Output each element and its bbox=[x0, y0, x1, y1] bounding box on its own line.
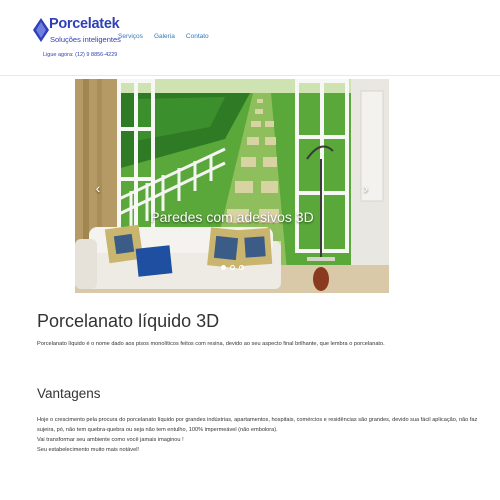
main-nav: Serviços Galeria Contato bbox=[118, 33, 209, 41]
carousel-indicator[interactable] bbox=[229, 265, 235, 270]
brand-phone: Ligue agora: (12) 9 8856-4229 bbox=[43, 52, 118, 58]
carousel-prev-button[interactable]: ‹ bbox=[91, 179, 105, 197]
intro-paragraph: Porcelanato líquido é o nome dado aos pi… bbox=[37, 341, 385, 347]
brand-name: Porcelatek bbox=[49, 16, 120, 32]
carousel-indicator[interactable] bbox=[238, 265, 244, 270]
carousel-caption: Paredes com adesivos 3D bbox=[150, 209, 314, 225]
section-title-porcelanato: Porcelanato líquido 3D bbox=[37, 311, 220, 331]
advantages-line: Seu estabelecimento muito mais notável! bbox=[37, 447, 139, 453]
brand-logo[interactable]: Porcelatek Soluções inteligentes Ligue a… bbox=[33, 15, 121, 61]
advantages-line: sujeira, pó, não tem quebra-quebra ou se… bbox=[37, 427, 278, 433]
nav-link-galeria[interactable]: Galeria bbox=[154, 33, 175, 41]
carousel-indicator[interactable] bbox=[220, 265, 226, 270]
nav-link-contato[interactable]: Contato bbox=[186, 33, 209, 41]
advantages-line: Hoje o crescimento pela procura do porce… bbox=[37, 417, 478, 423]
brand-tagline: Soluções inteligentes bbox=[50, 35, 121, 44]
carousel-indicators bbox=[75, 265, 389, 270]
carousel-slide-image bbox=[75, 79, 389, 293]
advantages-paragraph: Hoje o crescimento pela procura do porce… bbox=[37, 415, 477, 455]
chevron-right-icon: › bbox=[363, 180, 369, 196]
advantages-line: Vai transformar seu ambiente como você j… bbox=[37, 437, 184, 443]
nav-link-servicos[interactable]: Serviços bbox=[118, 33, 143, 41]
section-title-vantagens: Vantagens bbox=[37, 386, 101, 401]
carousel-next-button[interactable]: › bbox=[359, 179, 373, 197]
site-header: Porcelatek Soluções inteligentes Ligue a… bbox=[0, 0, 500, 76]
diamond-logo-icon bbox=[33, 18, 49, 42]
image-carousel[interactable]: ‹ › Paredes com adesivos 3D bbox=[75, 79, 389, 293]
chevron-left-icon: ‹ bbox=[95, 180, 101, 196]
